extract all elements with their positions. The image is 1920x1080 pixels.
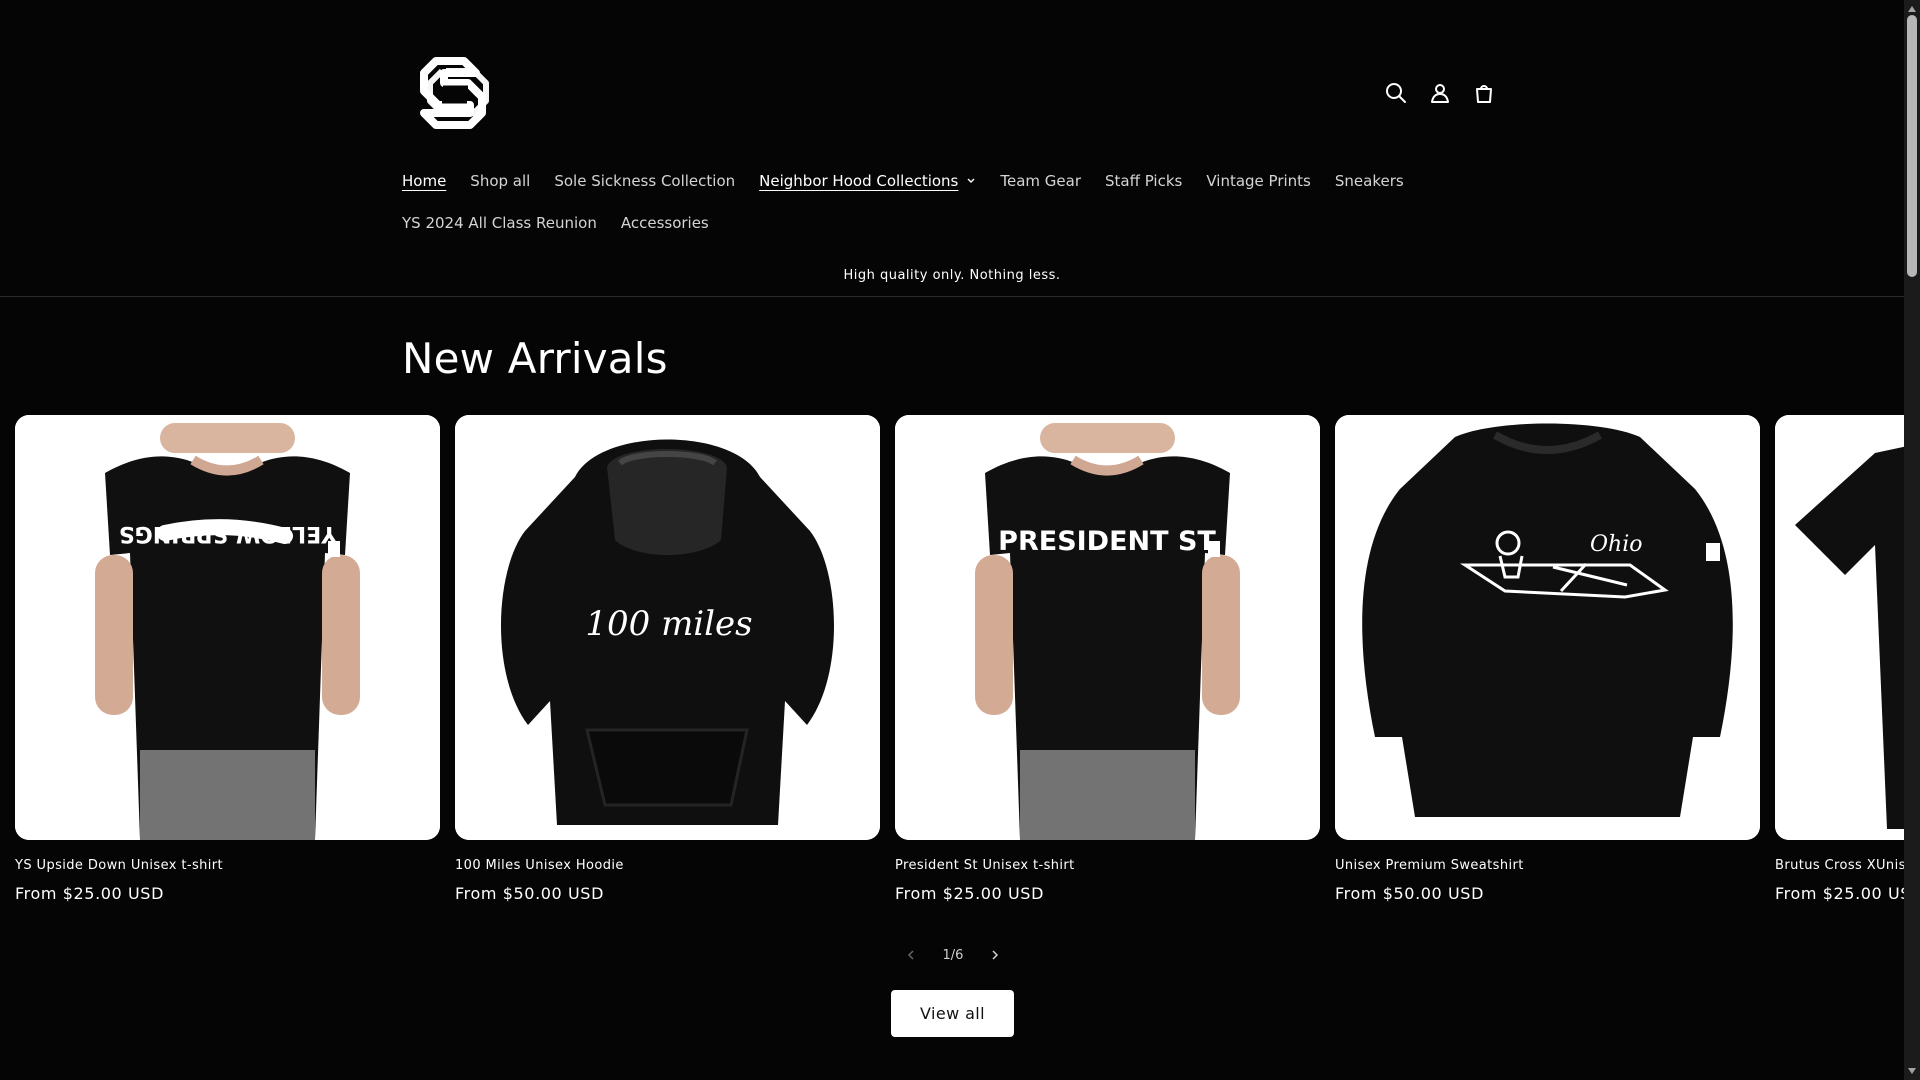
product-image-print: YELLOW SPRINGS	[119, 521, 338, 546]
product-name[interactable]: President St Unisex t-shirt	[895, 856, 1320, 876]
pagination-counter: 1/6	[942, 947, 964, 963]
product-name[interactable]: Brutus Cross XUnis	[1775, 856, 1920, 876]
scroll-up-arrow-icon[interactable]	[1908, 6, 1916, 12]
product-price: From $25.00 USD	[15, 884, 164, 903]
product-card[interactable]: 100 miles 100 Miles Unisex Hoodie From $…	[455, 415, 880, 906]
product-image[interactable]: PRESIDENT ST	[895, 415, 1320, 840]
tshirt-model-image: PRESIDENT ST	[895, 415, 1320, 840]
announcement-bar: High quality only. Nothing less.	[0, 266, 1904, 297]
announcement-text: High quality only. Nothing less.	[843, 268, 1061, 283]
product-image[interactable]: YELLOW SPRINGS	[15, 415, 440, 840]
nav-item-home[interactable]: Home	[402, 168, 446, 194]
carousel-pagination: 1/6	[893, 945, 1013, 965]
tshirt-model-image: YELLOW SPRINGS	[15, 415, 440, 840]
product-image-print: PRESIDENT ST	[998, 526, 1216, 557]
nav-item-sneakers[interactable]: Sneakers	[1335, 168, 1404, 194]
section-title: New Arrivals	[402, 334, 668, 383]
product-price: From $50.00 USD	[455, 884, 604, 903]
nav-item-sole-sickness-collection[interactable]: Sole Sickness Collection	[554, 168, 735, 194]
product-name[interactable]: YS Upside Down Unisex t-shirt	[15, 856, 440, 876]
next-arrow-icon[interactable]	[985, 945, 1005, 965]
product-card[interactable]: Ohio Unisex Premium Sweatshirt From $50.…	[1335, 415, 1760, 906]
product-card[interactable]: Brutus Cross XUnis From $25.00 US	[1775, 415, 1920, 906]
nav-item-accessories[interactable]: Accessories	[621, 210, 709, 236]
search-icon[interactable]	[1380, 77, 1412, 109]
cart-icon[interactable]	[1468, 77, 1500, 109]
product-price: From $25.00 USD	[895, 884, 1044, 903]
product-image[interactable]: Ohio	[1335, 415, 1760, 840]
nav-item-neighbor-hood-collections[interactable]: Neighbor Hood Collections	[759, 168, 976, 194]
brand-logo[interactable]	[412, 52, 498, 138]
chevron-down-icon	[967, 178, 975, 183]
scrollbar-thumb[interactable]	[1907, 15, 1917, 277]
hoodie-image: 100 miles	[455, 415, 880, 840]
header-icons	[1380, 77, 1500, 109]
product-price: From $25.00 US	[1775, 884, 1912, 903]
product-card[interactable]: YELLOW SPRINGS YS Upside Down Unisex t-s…	[15, 415, 440, 906]
nav-item-staff-picks[interactable]: Staff Picks	[1105, 168, 1182, 194]
tshirt-flat-image	[1775, 415, 1920, 840]
product-name[interactable]: Unisex Premium Sweatshirt	[1335, 856, 1760, 876]
view-all-button[interactable]: View all	[891, 990, 1014, 1037]
nav-item-shop-all[interactable]: Shop all	[470, 168, 530, 194]
previous-arrow-icon[interactable]	[901, 945, 921, 965]
page-scrollbar[interactable]	[1904, 0, 1920, 1080]
product-carousel: YELLOW SPRINGS YS Upside Down Unisex t-s…	[15, 415, 1920, 915]
account-icon[interactable]	[1424, 77, 1456, 109]
product-image-print: Ohio	[1590, 532, 1643, 557]
product-image[interactable]	[1775, 415, 1920, 840]
product-name[interactable]: 100 Miles Unisex Hoodie	[455, 856, 880, 876]
product-image-print: 100 miles	[585, 604, 752, 644]
nav-item-vintage-prints[interactable]: Vintage Prints	[1206, 168, 1311, 194]
product-card[interactable]: PRESIDENT ST President St Unisex t-shirt…	[895, 415, 1320, 906]
nav-item-ys-2024-reunion[interactable]: YS 2024 All Class Reunion	[402, 210, 597, 236]
product-image[interactable]: 100 miles	[455, 415, 880, 840]
main-navigation: Home Shop all Sole Sickness Collection N…	[402, 168, 1512, 236]
nav-item-neighbor-hood-label: Neighbor Hood Collections	[759, 172, 959, 190]
product-price: From $50.00 USD	[1335, 884, 1484, 903]
storefront-page: Home Shop all Sole Sickness Collection N…	[0, 0, 1920, 1080]
sweatshirt-image: Ohio	[1335, 415, 1760, 840]
nav-item-team-gear[interactable]: Team Gear	[1000, 168, 1081, 194]
brand-logo-mark	[420, 57, 489, 129]
scroll-down-arrow-icon[interactable]	[1908, 1068, 1916, 1074]
